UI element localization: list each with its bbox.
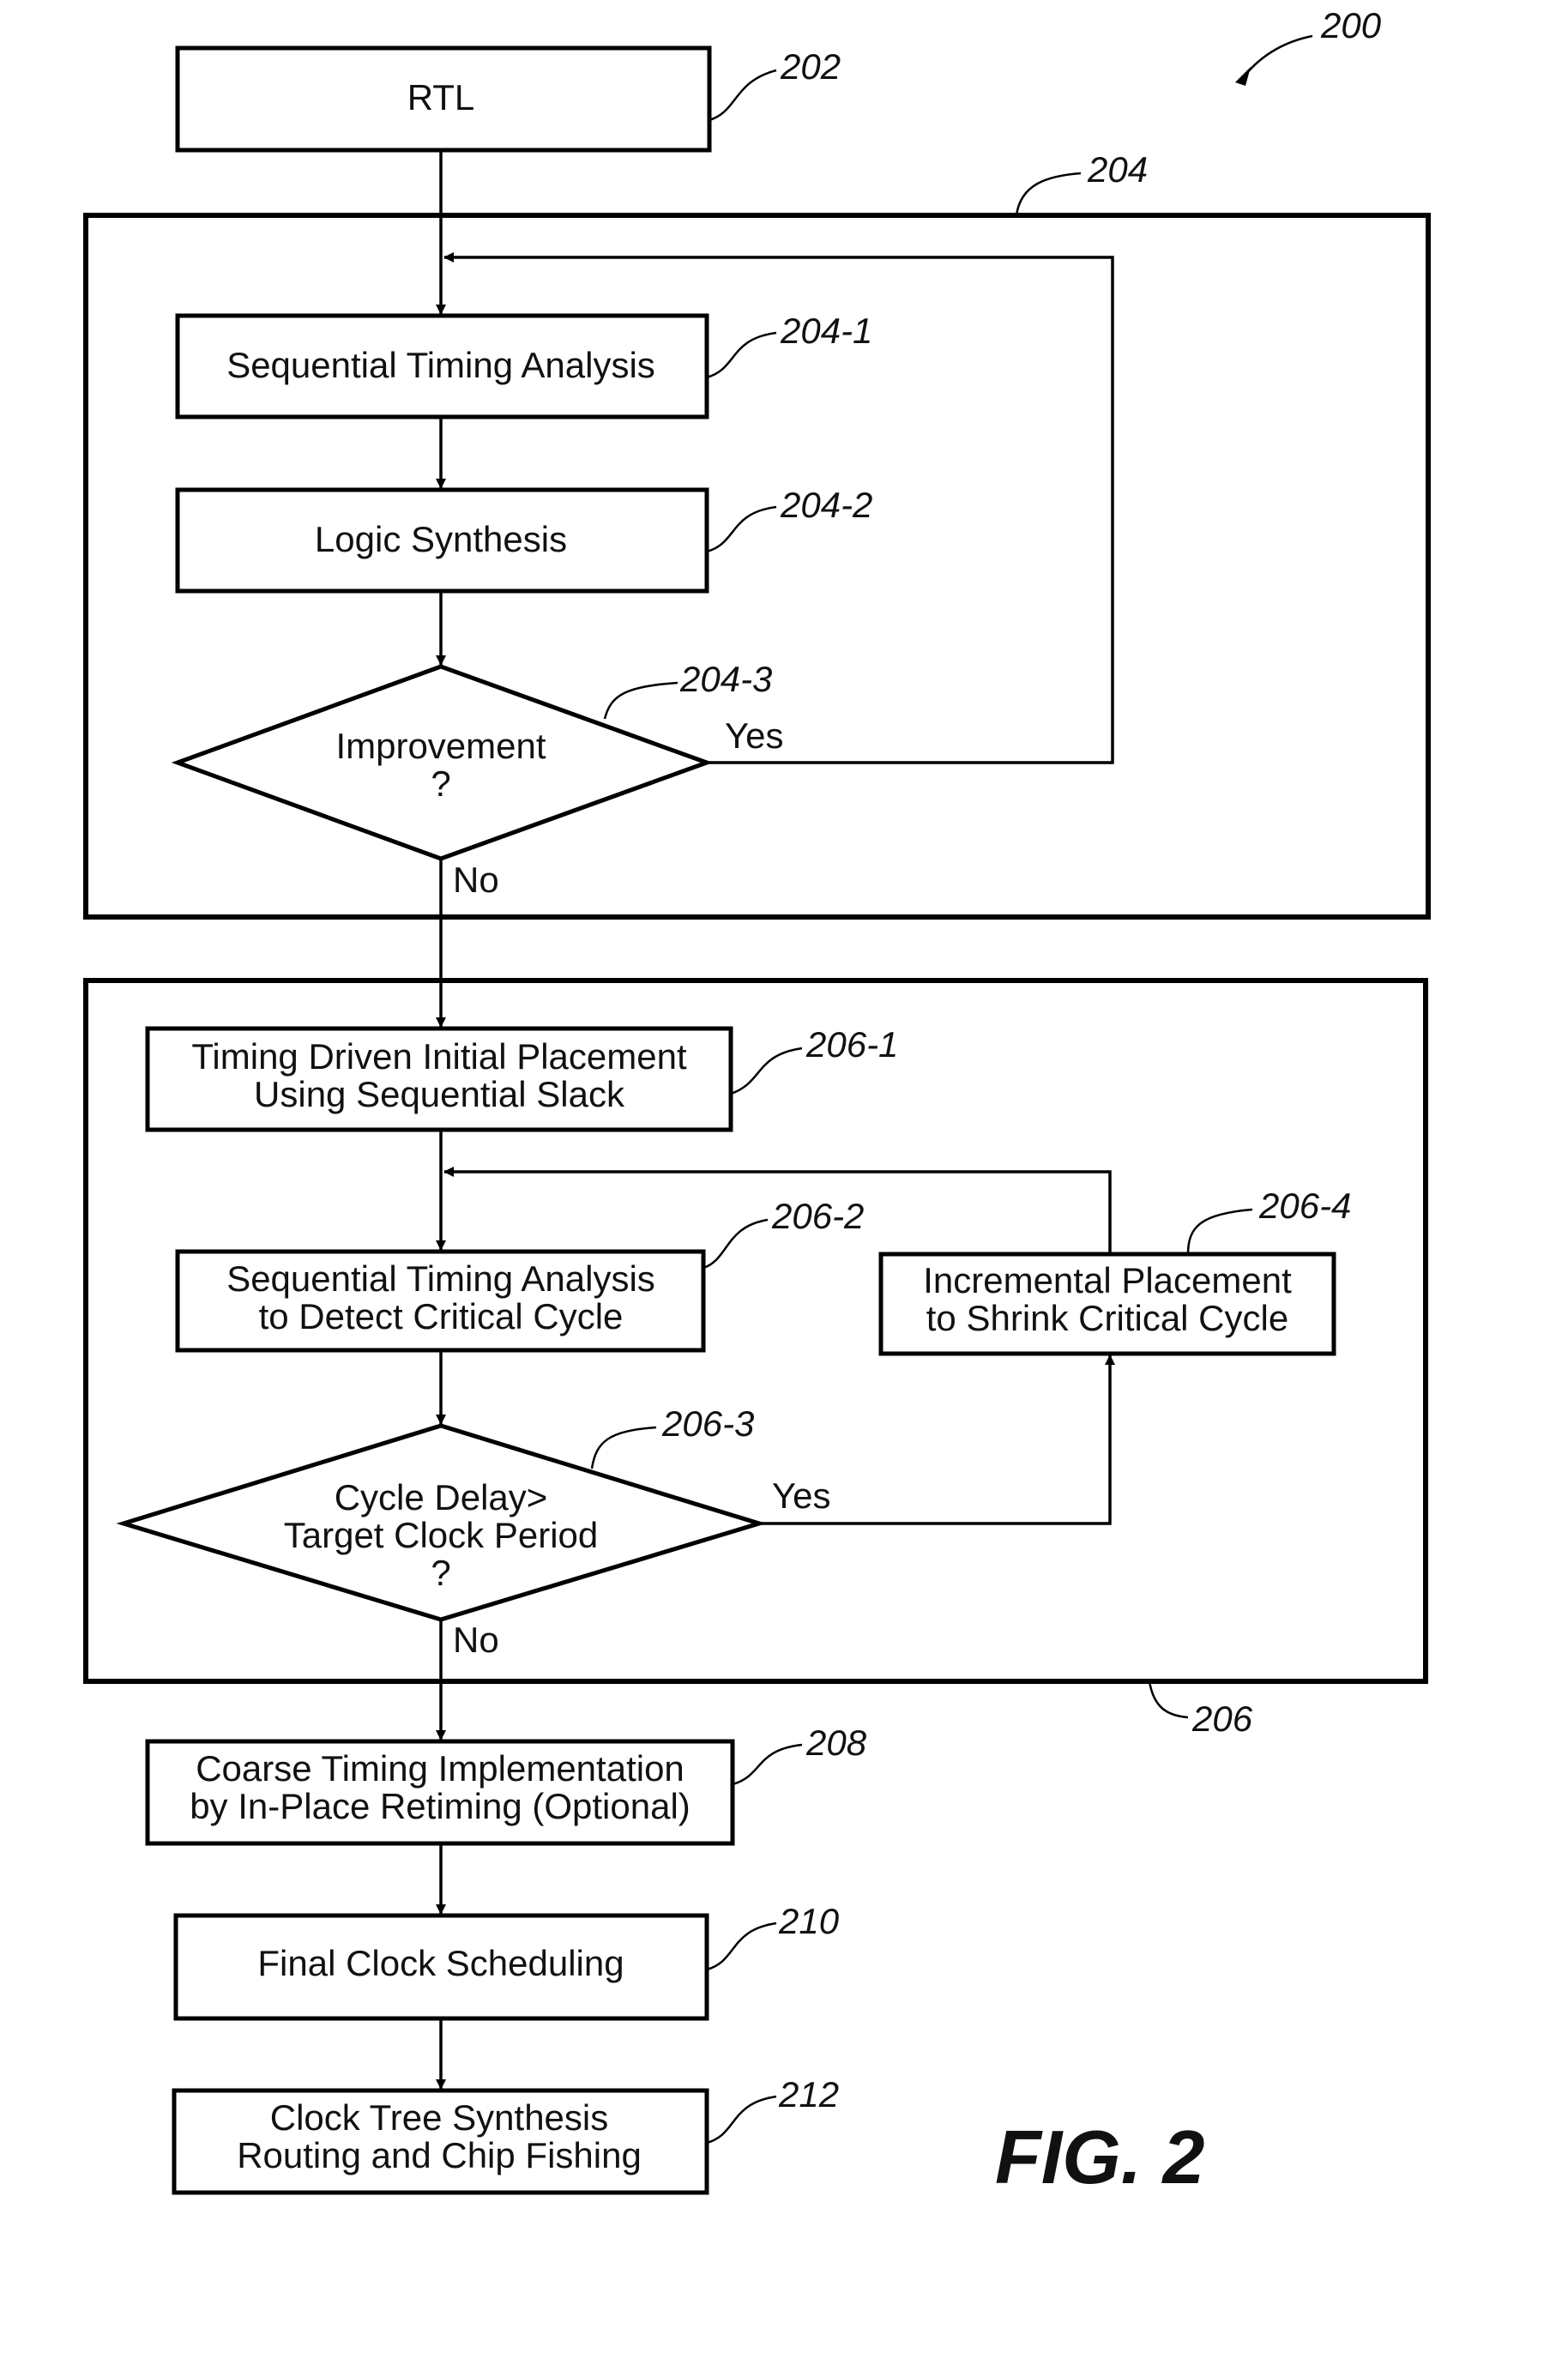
node-logic-synthesis: Logic Synthesis 204-2 [175, 485, 872, 594]
cycle-delay-line2: Target Clock Period [284, 1515, 599, 1555]
seq-timing-cycle-line1: Sequential Timing Analysis [226, 1258, 655, 1299]
improvement-no-label: No [453, 860, 499, 900]
ref-206-4: 206-4 [1258, 1186, 1351, 1226]
node-seq-timing: Sequential Timing Analysis 204-1 [175, 311, 872, 419]
seq-timing-cycle-line2: to Detect Critical Cycle [259, 1296, 624, 1336]
coarse-timing-line1: Coarse Timing Implementation [196, 1748, 684, 1789]
node-incremental-placement: Incremental Placement to Shrink Critical… [878, 1186, 1351, 1356]
node-final-clock: Final Clock Scheduling 210 [173, 1901, 840, 2021]
clock-tree-line1: Clock Tree Synthesis [270, 2097, 609, 2138]
ref-212: 212 [778, 2074, 839, 2115]
figure-label: FIG. 2 [995, 2115, 1205, 2199]
ref-206-3: 206-3 [661, 1403, 754, 1444]
node-clock-tree: Clock Tree Synthesis Routing and Chip Fi… [172, 2074, 839, 2195]
initial-placement-line1: Timing Driven Initial Placement [191, 1036, 687, 1077]
coarse-timing-line2: by In-Place Retiming (Optional) [190, 1786, 691, 1826]
ref-204-2: 204-2 [780, 485, 872, 525]
improvement-text: Improvement [335, 726, 546, 766]
node-improvement-decision: Improvement ? 204-3 Yes No [171, 659, 784, 900]
figure-ref-200: 200 [1235, 5, 1382, 86]
cycle-delay-question: ? [431, 1553, 450, 1593]
ref-204-3: 204-3 [679, 659, 772, 699]
rtl-text: RTL [407, 77, 475, 118]
seq-timing-text: Sequential Timing Analysis [226, 345, 655, 385]
node-initial-placement: Timing Driven Initial Placement Using Se… [145, 1024, 898, 1132]
node-coarse-timing: Coarse Timing Implementation by In-Place… [145, 1722, 867, 1846]
flowchart: 200 RTL 202 204 Sequential Timing Analys… [83, 5, 1431, 2199]
ref-202: 202 [780, 46, 841, 87]
ref-206: 206 [1191, 1698, 1253, 1739]
ref-204-1: 204-1 [780, 311, 872, 351]
improvement-question: ? [431, 763, 450, 804]
improvement-yes-label: Yes [725, 715, 784, 756]
cycle-delay-line1: Cycle Delay> [335, 1477, 548, 1517]
clock-tree-line2: Routing and Chip Fishing [237, 2135, 642, 2175]
ref-206-1: 206-1 [805, 1024, 898, 1065]
logic-synthesis-text: Logic Synthesis [315, 519, 567, 559]
ref-204: 204 [1087, 149, 1148, 190]
ref-210: 210 [778, 1901, 840, 1941]
cycle-delay-yes-label: Yes [772, 1475, 831, 1516]
ref-200-arrow [1241, 34, 1313, 80]
cycle-delay-no-label: No [453, 1620, 499, 1660]
final-clock-text: Final Clock Scheduling [257, 1943, 624, 1983]
initial-placement-line2: Using Sequential Slack [254, 1074, 625, 1114]
incremental-placement-line2: to Shrink Critical Cycle [926, 1298, 1288, 1338]
node-rtl: RTL 202 [175, 45, 841, 153]
node-seq-timing-cycle: Sequential Timing Analysis to Detect Cri… [175, 1196, 864, 1353]
arrow-head-icon [1235, 67, 1251, 86]
ref-208: 208 [805, 1722, 867, 1763]
incremental-placement-line1: Incremental Placement [923, 1260, 1292, 1300]
node-cycle-delay-decision: Cycle Delay> Target Clock Period ? 206-3… [116, 1403, 831, 1660]
ref-200-label: 200 [1320, 5, 1382, 45]
ref-206-2: 206-2 [771, 1196, 864, 1236]
